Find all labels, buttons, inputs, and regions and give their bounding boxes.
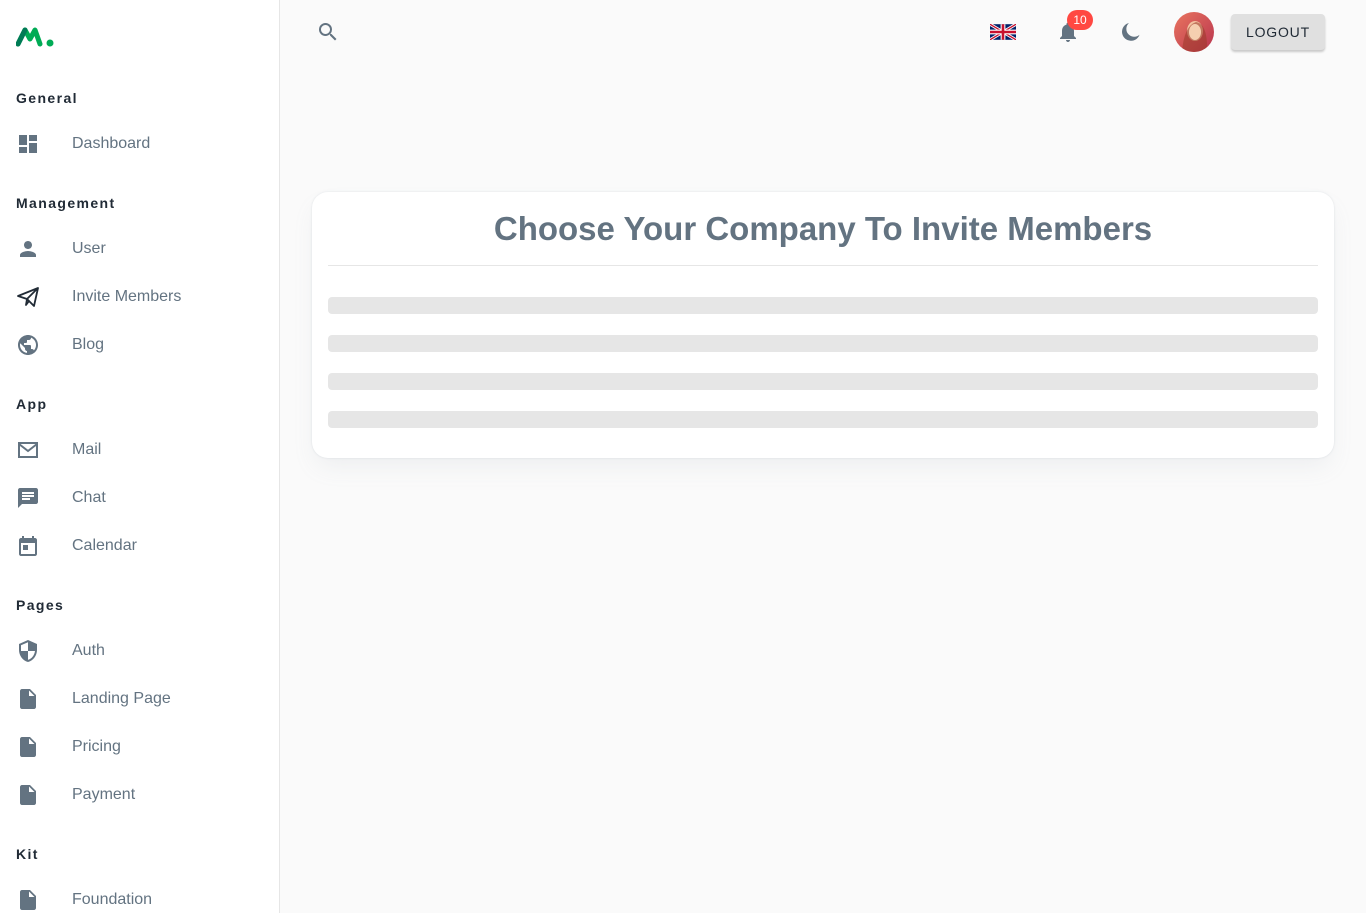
avatar[interactable] — [1174, 12, 1214, 52]
sidebar-item-label: Payment — [72, 786, 136, 803]
section-title-kit: Kit — [16, 846, 39, 862]
sidebar-item-label: Chat — [72, 489, 106, 506]
dashboard-icon — [16, 132, 40, 156]
file-icon — [16, 783, 40, 807]
skeleton-row — [328, 411, 1318, 428]
sidebar-item-invite-members[interactable]: Invite Members — [0, 273, 279, 321]
file-icon — [16, 888, 40, 912]
sidebar-item-label: Blog — [72, 336, 105, 353]
logo-icon[interactable] — [15, 24, 56, 48]
section-title-management: Management — [16, 195, 116, 211]
section-title-pages: Pages — [16, 597, 65, 613]
sidebar-item-dashboard[interactable]: Dashboard — [0, 120, 279, 168]
skeleton-row — [328, 373, 1318, 390]
chat-icon — [16, 486, 40, 510]
sidebar-item-label: Calendar — [72, 537, 137, 554]
globe-icon — [16, 333, 40, 357]
send-icon — [16, 285, 40, 309]
sidebar-item-user[interactable]: User — [0, 225, 279, 273]
sidebar-item-label: Invite Members — [72, 288, 182, 305]
user-icon — [16, 237, 40, 261]
sidebar-item-label: Landing Page — [72, 690, 171, 707]
logout-button[interactable]: LOGOUT — [1231, 14, 1325, 50]
sidebar-item-landing-page[interactable]: Landing Page — [0, 675, 279, 723]
sidebar-item-calendar[interactable]: Calendar — [0, 522, 279, 570]
sidebar-item-auth[interactable]: Auth — [0, 627, 279, 675]
skeleton-row — [328, 335, 1318, 352]
section-title-app: App — [16, 396, 48, 412]
sidebar-item-chat[interactable]: Chat — [0, 474, 279, 522]
calendar-icon — [16, 534, 40, 558]
sidebar-item-pricing[interactable]: Pricing — [0, 723, 279, 771]
skeleton-row — [328, 297, 1318, 314]
invite-members-card: Choose Your Company To Invite Members — [312, 192, 1334, 458]
dark-mode-icon[interactable] — [1119, 20, 1143, 44]
shield-icon — [16, 639, 40, 663]
sidebar-item-foundation[interactable]: Foundation — [0, 876, 279, 913]
sidebar-item-blog[interactable]: Blog — [0, 321, 279, 369]
search-icon[interactable] — [316, 20, 340, 44]
notification-badge: 10 — [1067, 10, 1093, 30]
mail-icon — [16, 438, 40, 462]
section-title-general: General — [16, 90, 78, 106]
page-title: Choose Your Company To Invite Members — [493, 210, 1153, 247]
sidebar: General Dashboard Management User Invite… — [0, 0, 280, 913]
sidebar-item-label: Auth — [72, 642, 105, 659]
sidebar-item-label: Mail — [72, 441, 102, 458]
sidebar-item-mail[interactable]: Mail — [0, 426, 279, 474]
sidebar-item-label: User — [72, 240, 106, 257]
divider — [328, 265, 1318, 266]
sidebar-item-label: Dashboard — [72, 135, 151, 152]
file-icon — [16, 735, 40, 759]
uk-flag-icon[interactable] — [990, 24, 1016, 40]
sidebar-item-payment[interactable]: Payment — [0, 771, 279, 819]
sidebar-item-label: Pricing — [72, 738, 121, 755]
sidebar-item-label: Foundation — [72, 891, 153, 908]
file-icon — [16, 687, 40, 711]
